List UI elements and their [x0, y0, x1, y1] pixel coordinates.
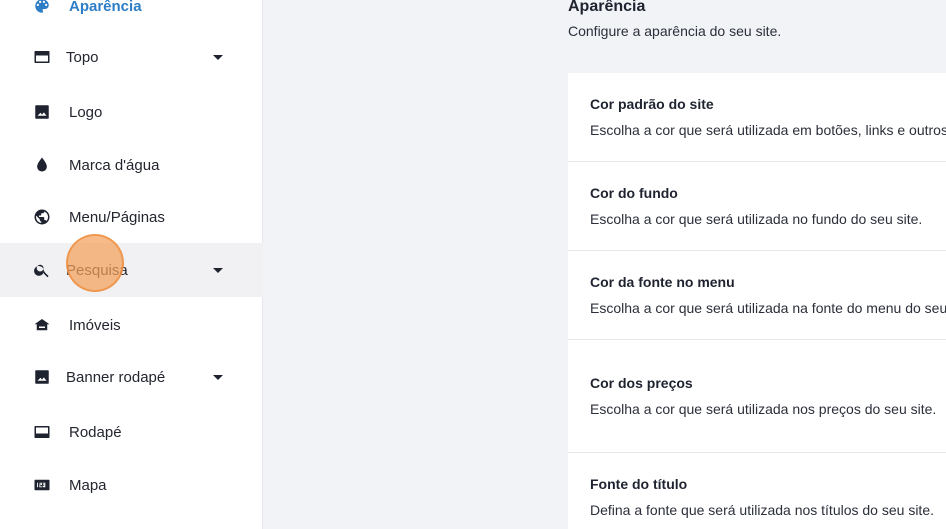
image-icon	[33, 368, 51, 386]
sidebar-item-aparencia[interactable]: Aparência	[0, 0, 263, 33]
chevron-down-icon[interactable]	[213, 374, 223, 380]
sidebar-item-label: Menu/Páginas	[69, 208, 165, 226]
sidebar-item-label: Logo	[69, 103, 103, 121]
sidebar-item-pesquisa[interactable]: Pesquisa	[0, 243, 263, 297]
sidebar-item-logo[interactable]: Logo	[0, 85, 263, 139]
sidebar-item-menu-paginas[interactable]: Menu/Páginas	[0, 190, 263, 244]
sidebar-item-imoveis[interactable]: Imóveis	[0, 298, 263, 352]
sidebar-item-label: Marca d'água	[69, 156, 160, 174]
sidebar-item-topo[interactable]: Topo	[0, 30, 263, 84]
palette-icon	[33, 0, 51, 15]
setting-description: Defina a fonte que será utilizada nos tí…	[590, 502, 934, 518]
sidebar-item-label: Imóveis	[69, 316, 121, 334]
globe-icon	[33, 208, 51, 226]
page-subtitle: Configure a aparência do seu site.	[568, 23, 782, 39]
chevron-down-icon[interactable]	[213, 54, 223, 60]
sidebar-item-label: Banner rodapé	[66, 368, 166, 386]
setting-card-cor-fonte-menu[interactable]: Cor da fonte no menu Escolha a cor que s…	[568, 251, 946, 340]
setting-card-cor-precos[interactable]: Cor dos preços Escolha a cor que será ut…	[568, 340, 946, 453]
setting-description: Escolha a cor que será utilizada em botõ…	[590, 122, 946, 138]
top-bar-icon	[33, 48, 51, 66]
setting-card-cor-padrao[interactable]: Cor padrão do site Escolha a cor que ser…	[568, 73, 946, 162]
sidebar-item-rodape[interactable]: Rodapé	[0, 405, 263, 459]
footer-icon	[33, 423, 51, 441]
setting-description: Escolha a cor que será utilizada no fund…	[590, 211, 923, 227]
image-icon	[33, 103, 51, 121]
sidebar-item-marca-dagua[interactable]: Marca d'água	[0, 138, 263, 192]
page-title: Aparência	[568, 0, 646, 15]
setting-title: Cor dos preços	[590, 375, 693, 391]
sidebar-item-mapa[interactable]: Mapa	[0, 458, 263, 512]
sidebar: Aparência Topo Logo Marca d'água Menu/Pá…	[0, 0, 263, 529]
chevron-down-icon[interactable]	[213, 267, 223, 273]
setting-title: Fonte do título	[590, 476, 688, 492]
setting-title: Cor do fundo	[590, 185, 678, 201]
setting-description: Escolha a cor que será utilizada nos pre…	[590, 401, 937, 417]
sidebar-item-label: Rodapé	[69, 423, 122, 441]
setting-card-cor-fundo[interactable]: Cor do fundo Escolha a cor que será util…	[568, 162, 946, 251]
sidebar-item-label: Pesquisa	[66, 261, 128, 279]
setting-title: Cor padrão do site	[590, 96, 714, 112]
sidebar-item-label: Mapa	[69, 476, 107, 494]
sidebar-item-label: Aparência	[69, 0, 142, 15]
setting-title: Cor da fonte no menu	[590, 274, 735, 290]
sidebar-item-label: Topo	[66, 48, 99, 66]
numbers-icon	[33, 476, 51, 494]
water-drop-icon	[33, 156, 51, 174]
search-icon	[33, 261, 51, 279]
setting-card-fonte-titulo[interactable]: Fonte do título Defina a fonte que será …	[568, 453, 946, 529]
sidebar-item-banner-rodape[interactable]: Banner rodapé	[0, 350, 263, 404]
house-icon	[33, 316, 51, 334]
setting-description: Escolha a cor que será utilizada na font…	[590, 300, 946, 316]
